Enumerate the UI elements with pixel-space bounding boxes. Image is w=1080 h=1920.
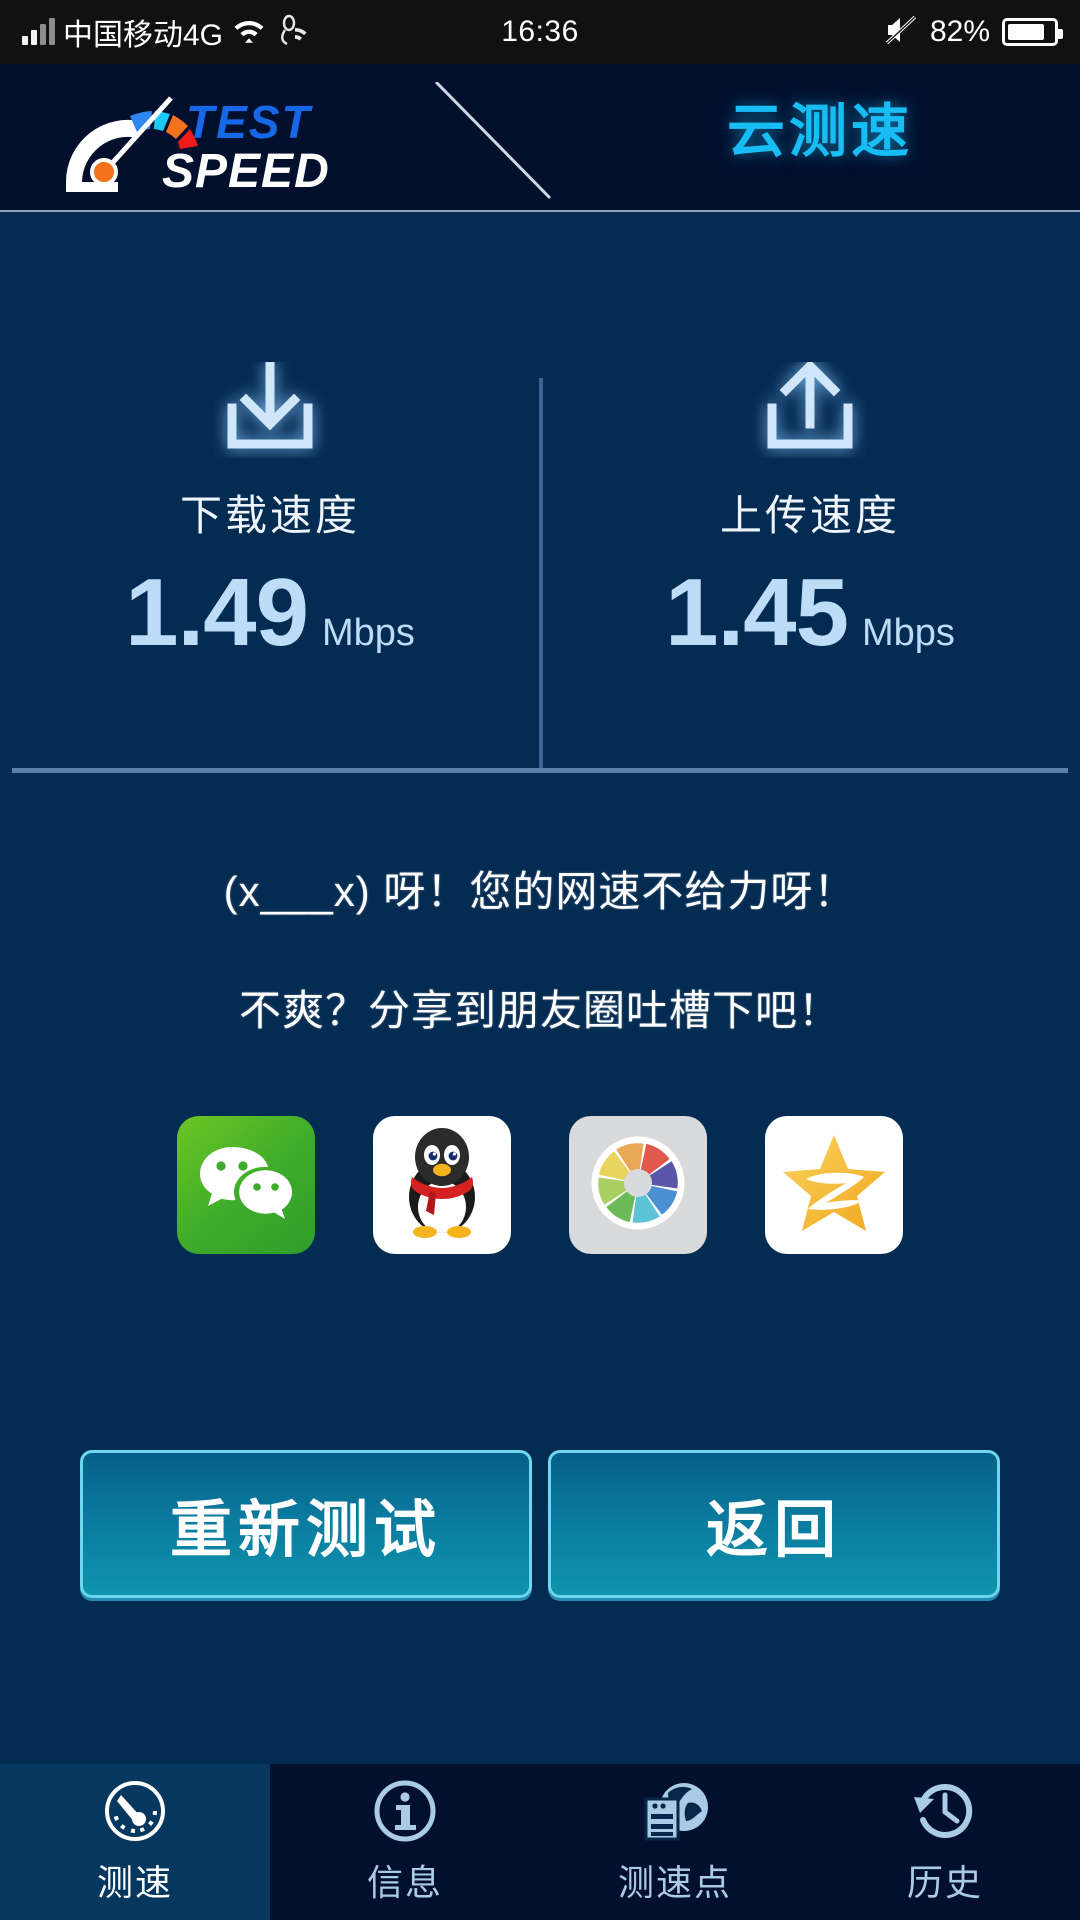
clock-label: 16:36 [501, 15, 579, 48]
nav-label-speedtest: 测速 [96, 1862, 173, 1903]
message-line-2: 不爽？分享到朋友圈吐槽下吧！ [238, 987, 841, 1034]
download-label: 下载速度 [179, 492, 360, 539]
upload-arrow-icon [540, 359, 1080, 458]
nav-label-servers: 测速点 [617, 1862, 732, 1903]
wechat-icon [194, 1135, 298, 1236]
app-root: 中国移动4G 16:36 82% TEST SPEED 云测速 下载速度 1.4… [0, 0, 1080, 1920]
battery-percent-label: 82% [929, 15, 990, 48]
nav-item-servers[interactable]: 测速点 [540, 1764, 810, 1920]
status-bar: 中国移动4G 16:36 82% [0, 0, 1080, 64]
back-button[interactable]: 返回 [548, 1450, 1000, 1598]
panel-vertical-divider [539, 378, 543, 768]
nav-item-history[interactable]: 历史 [810, 1764, 1080, 1920]
share-qq-button[interactable] [373, 1116, 511, 1254]
share-buttons [0, 1116, 1080, 1254]
upload-panel: 上传速度 1.45 Mbps [540, 212, 1080, 712]
header-divider-slash [430, 80, 570, 215]
share-wechat-button[interactable] [177, 1116, 315, 1254]
main-content: 下载速度 1.49 Mbps 上传速度 1.45 Mbps (x___x) 呀！… [0, 212, 1080, 1764]
qzone-star-icon [780, 1131, 888, 1240]
battery-icon [1002, 18, 1063, 46]
download-value-row: 1.49 Mbps [0, 565, 540, 661]
upload-label: 上传速度 [719, 492, 900, 539]
page-title: 云测速 [726, 99, 913, 164]
bottom-nav-bar: 测速 信息 测速点 历史 [0, 1764, 1080, 1920]
retest-button[interactable]: 重新测试 [80, 1450, 532, 1598]
action-buttons: 重新测试 返回 [0, 1450, 1080, 1598]
share-moments-button[interactable] [569, 1116, 707, 1254]
status-bar-right: 82% [884, 13, 1063, 52]
svg-text:SPEED: SPEED [162, 145, 330, 194]
app-header: TEST SPEED 云测速 [0, 64, 1080, 212]
server-globe-icon [638, 1778, 712, 1844]
download-unit: Mbps [321, 612, 415, 654]
upload-unit: Mbps [861, 612, 955, 654]
svg-text:TEST: TEST [186, 96, 313, 148]
history-clock-icon [910, 1778, 980, 1844]
message-line-1: (x___x) 呀！您的网速不给力呀！ [223, 868, 857, 915]
nav-label-history: 历史 [906, 1862, 983, 1903]
mute-icon [884, 13, 918, 52]
download-value: 1.49 [125, 559, 309, 666]
wechat-moments-icon [586, 1131, 690, 1240]
nav-item-info[interactable]: 信息 [270, 1764, 540, 1920]
speed-results: 下载速度 1.49 Mbps 上传速度 1.45 Mbps [0, 212, 1080, 773]
info-circle-icon [371, 1778, 439, 1844]
qq-penguin-icon [392, 1125, 492, 1246]
download-arrow-icon [0, 361, 540, 458]
upload-value-row: 1.45 Mbps [540, 565, 1080, 661]
nav-label-info: 信息 [366, 1862, 443, 1903]
result-messages: (x___x) 呀！您的网速不给力呀！ 不爽？分享到朋友圈吐槽下吧！ [0, 858, 1080, 1038]
share-qzone-button[interactable] [765, 1116, 903, 1254]
section-horizontal-divider [12, 768, 1068, 773]
speedometer-icon [101, 1778, 169, 1844]
upload-value: 1.45 [665, 559, 849, 666]
download-panel: 下载速度 1.49 Mbps [0, 212, 540, 712]
app-logo: TEST SPEED [58, 86, 408, 198]
nav-item-speedtest[interactable]: 测速 [0, 1764, 270, 1920]
